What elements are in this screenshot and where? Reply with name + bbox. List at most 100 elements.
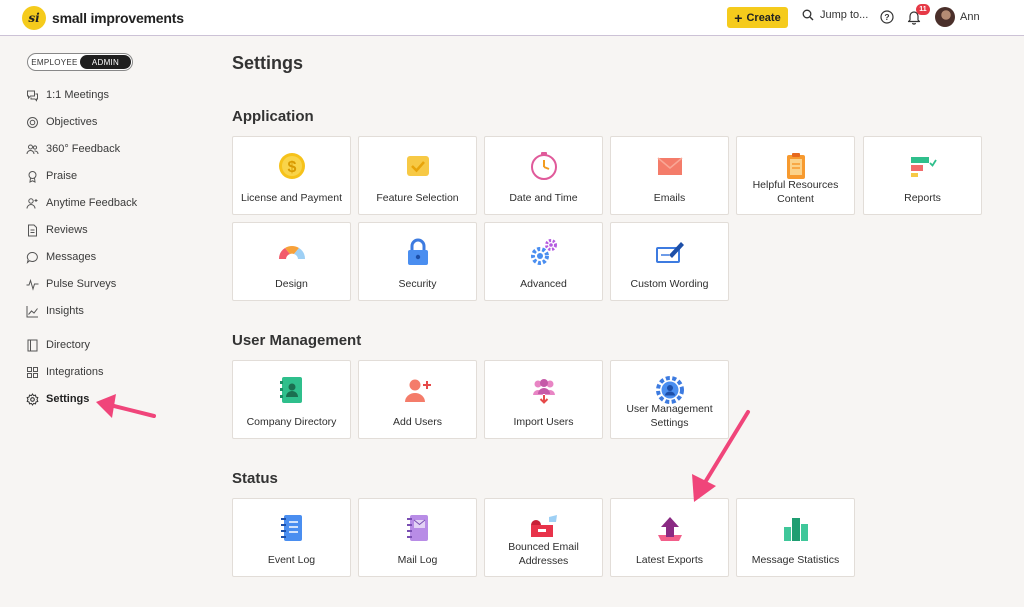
sidebar-item-1-1-meetings[interactable]: 1:1 Meetings [26, 86, 109, 104]
export-arrow-icon [657, 517, 682, 541]
add-user-icon [404, 379, 431, 402]
card-label: Import Users [513, 416, 574, 428]
jump-to-label: Jump to... [820, 9, 869, 21]
jump-to-search[interactable]: Jump to... [802, 9, 868, 21]
card-bounced-email-addresses[interactable]: Bounced Email Addresses [484, 498, 603, 577]
dollar-coin-icon: $ [278, 153, 305, 179]
sidebar-item-integrations[interactable]: Integrations [26, 363, 103, 381]
sidebar-item-insights[interactable]: Insights [26, 302, 84, 320]
sidebar-item-label: Anytime Feedback [46, 197, 138, 209]
message-icon [26, 251, 38, 264]
person-feedback-icon [26, 197, 38, 209]
card-latest-exports[interactable]: Latest Exports [610, 498, 729, 577]
address-book-icon [279, 377, 302, 403]
card-message-statistics[interactable]: Message Statistics [736, 498, 855, 577]
card-advanced[interactable]: Advanced [484, 222, 603, 301]
page-title: Settings [232, 53, 304, 73]
card-feature-selection[interactable]: Feature Selection [358, 136, 477, 215]
help-icon[interactable]: ? [880, 10, 894, 24]
gear-icon [26, 392, 39, 406]
sidebar-item-360-feedback[interactable]: 360° Feedback [26, 140, 120, 158]
card-label: Event Log [267, 554, 316, 566]
sidebar-item-label: Settings [46, 393, 90, 405]
card-mail-log[interactable]: Mail Log [358, 498, 477, 577]
toggle-employee[interactable]: EMPLOYEE [29, 55, 80, 69]
sidebar-item-label: Messages [46, 251, 97, 263]
clock-icon [530, 152, 557, 180]
logo-mark-icon: si [22, 6, 46, 30]
card-reports[interactable]: Reports [863, 136, 982, 215]
sidebar-item-reviews[interactable]: Reviews [26, 221, 88, 239]
card-label: Advanced [520, 278, 567, 290]
target-icon [27, 116, 38, 128]
card-custom-wording[interactable]: Custom Wording [610, 222, 729, 301]
sidebar-item-messages[interactable]: Messages [26, 248, 96, 266]
sidebar-item-label: Reviews [46, 224, 88, 236]
sidebar-item-label: 360° Feedback [46, 143, 121, 155]
annotation-arrow-settings [96, 394, 156, 418]
brand-logo[interactable]: si small improvements [22, 6, 184, 30]
checkbox-icon [406, 156, 429, 176]
people-icon [26, 144, 39, 154]
grid-icon [27, 366, 38, 378]
card-label: Custom Wording [630, 278, 709, 290]
plus-icon: + [734, 9, 743, 26]
import-users-icon [532, 379, 555, 404]
card-security[interactable]: Security [358, 222, 477, 301]
user-name[interactable]: Ann [960, 11, 980, 23]
gears-icon [530, 239, 557, 265]
sidebar-item-label: Objectives [46, 116, 98, 128]
sidebar-item-label: 1:1 Meetings [46, 89, 109, 101]
create-button[interactable]: + Create [727, 7, 788, 28]
pen-card-icon [655, 242, 684, 263]
card-design[interactable]: Design [232, 222, 351, 301]
toggle-admin[interactable]: ADMIN [80, 55, 131, 69]
card-label: Design [275, 278, 308, 290]
card-event-log[interactable]: Event Log [232, 498, 351, 577]
sidebar-item-praise[interactable]: Praise [26, 167, 77, 185]
document-icon [28, 224, 37, 236]
directory-icon [27, 339, 38, 351]
sidebar-item-pulse-surveys[interactable]: Pulse Surveys [26, 275, 116, 293]
sidebar-item-settings[interactable]: Settings [26, 390, 89, 408]
card-company-directory[interactable]: Company Directory [232, 360, 351, 439]
avatar[interactable] [935, 7, 955, 27]
sidebar-item-label: Insights [46, 305, 84, 317]
card-add-users[interactable]: Add Users [358, 360, 477, 439]
create-button-label: Create [746, 11, 781, 24]
section-title-status: Status [232, 470, 278, 487]
card-date-and-time[interactable]: Date and Time [484, 136, 603, 215]
section-title-application: Application [232, 108, 314, 125]
role-toggle[interactable]: EMPLOYEE ADMIN [27, 53, 133, 71]
card-label: License and Payment [241, 192, 342, 204]
svg-text:$: $ [287, 159, 296, 176]
mail-log-icon [406, 515, 428, 541]
card-label: Company Directory [246, 416, 337, 428]
sidebar-item-objectives[interactable]: Objectives [26, 113, 97, 131]
svg-text:?: ? [884, 12, 889, 22]
card-label: Date and Time [509, 192, 578, 204]
sidebar-item-directory[interactable]: Directory [26, 336, 90, 354]
card-label: Helpful Resources Content [752, 179, 839, 205]
statistics-bars-icon [783, 518, 808, 541]
card-label: Add Users [392, 416, 443, 428]
card-label: Latest Exports [635, 554, 704, 566]
card-label: Feature Selection [376, 192, 459, 204]
card-label: Bounced Email Addresses [508, 541, 579, 567]
chart-icon [26, 305, 38, 317]
sidebar-item-anytime-feedback[interactable]: Anytime Feedback [26, 194, 137, 212]
event-log-icon [280, 515, 302, 541]
report-bars-icon [910, 157, 937, 177]
card-label: Security [398, 278, 437, 290]
card-label: Message Statistics [751, 554, 840, 566]
card-label: Reports [904, 192, 941, 204]
card-helpful-resources-content[interactable]: Helpful Resources Content [736, 136, 855, 215]
sidebar-item-label: Integrations [46, 366, 104, 378]
sidebar-item-label: Directory [46, 339, 91, 351]
card-label: Mail Log [397, 554, 438, 566]
notification-badge: 11 [916, 4, 930, 15]
card-import-users[interactable]: Import Users [484, 360, 603, 439]
card-emails[interactable]: Emails [610, 136, 729, 215]
card-license-and-payment[interactable]: $ License and Payment [232, 136, 351, 215]
section-title-user-management: User Management [232, 332, 362, 349]
